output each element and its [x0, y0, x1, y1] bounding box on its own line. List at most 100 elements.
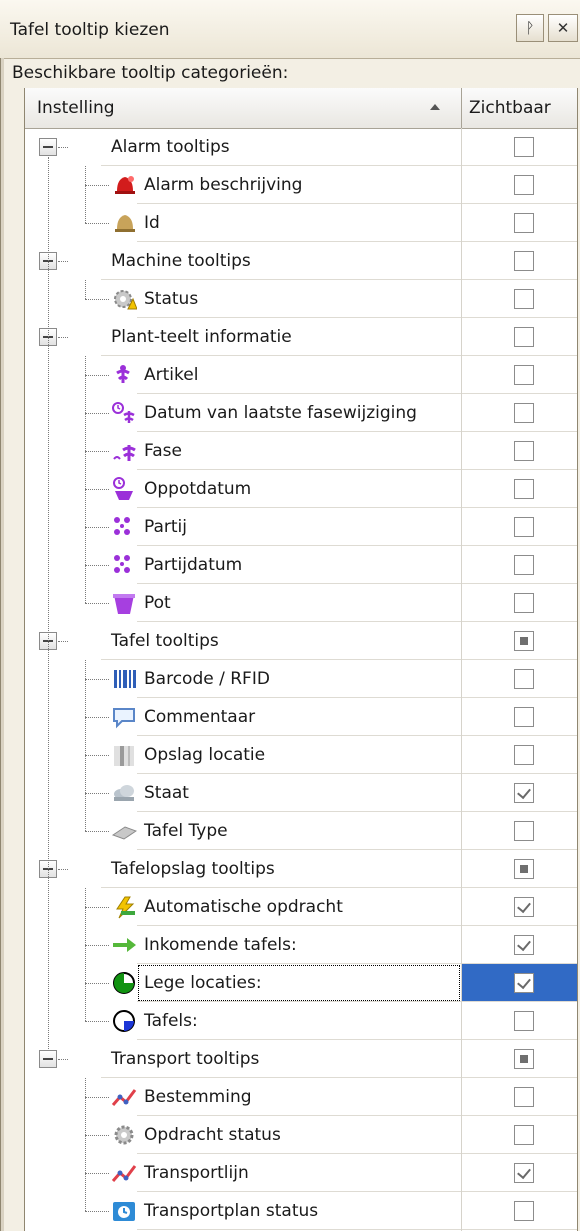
item-label: Fase — [144, 441, 182, 461]
comment-bubble-icon — [111, 705, 137, 729]
visible-checkbox[interactable] — [514, 897, 534, 917]
tree-item-row[interactable]: Fase — [25, 432, 577, 470]
visible-checkbox[interactable] — [514, 479, 534, 499]
column-visible-header[interactable]: Zichtbaar — [469, 98, 551, 118]
tree-group-connector — [85, 888, 86, 1021]
tree-group-connector — [85, 280, 86, 299]
tree-connector — [85, 527, 109, 528]
visible-checkbox[interactable] — [514, 669, 534, 689]
visible-checkbox[interactable] — [514, 441, 534, 461]
visible-checkbox[interactable] — [514, 745, 534, 765]
tree-item-row[interactable]: Tafels: — [25, 1002, 577, 1040]
tree-item-row[interactable]: Id — [25, 204, 577, 242]
visible-checkbox[interactable] — [514, 707, 534, 727]
item-label: Artikel — [144, 365, 199, 385]
visible-checkbox[interactable] — [514, 1011, 534, 1031]
label-cell[interactable] — [137, 584, 461, 622]
visible-checkbox[interactable] — [514, 175, 534, 195]
tree-item-row[interactable]: Automatische opdracht — [25, 888, 577, 926]
item-label: Lege locaties: — [144, 973, 262, 993]
item-label: Commentaar — [144, 707, 256, 727]
tree-item-row[interactable]: Transportlijn — [25, 1154, 577, 1192]
tree-item-row[interactable]: Tafel Type — [25, 812, 577, 850]
tree-item-row[interactable]: Staat — [25, 774, 577, 812]
tree-item-row[interactable]: Partijdatum — [25, 546, 577, 584]
item-label: Automatische opdracht — [144, 897, 343, 917]
tree-connector — [58, 261, 68, 262]
visible-checkbox[interactable] — [514, 327, 534, 347]
item-label: Opdracht status — [144, 1125, 281, 1145]
tree-item-row[interactable]: Bestemming — [25, 1078, 577, 1116]
tree-item-row[interactable]: Opslag locatie — [25, 736, 577, 774]
item-label: Transportplan status — [144, 1201, 319, 1221]
flowers-batch-icon — [111, 553, 137, 577]
visible-checkbox[interactable] — [514, 859, 534, 879]
transport-plan-icon — [111, 1199, 137, 1223]
tree-connector — [85, 831, 109, 832]
tree-item-row[interactable]: Transportplan status — [25, 1192, 577, 1230]
pin-icon[interactable]: ᚹ — [516, 14, 544, 42]
tree-item-row[interactable]: Artikel — [25, 356, 577, 394]
tree-connector — [85, 299, 109, 300]
tree-category-row[interactable]: Alarm tooltips — [25, 128, 577, 166]
visible-checkbox[interactable] — [514, 1125, 534, 1145]
visible-checkbox[interactable] — [514, 973, 534, 993]
tooltip-tree-grid[interactable]: Instelling Zichtbaar Alarm tooltips Alarm… — [24, 88, 578, 1231]
tree-connector — [85, 1135, 109, 1136]
collapse-toggle-icon[interactable] — [39, 1050, 57, 1068]
tree-item-row[interactable]: Oppotdatum — [25, 470, 577, 508]
visible-checkbox[interactable] — [514, 1163, 534, 1183]
column-header: Instelling Zichtbaar — [25, 88, 577, 129]
item-label: Pot — [144, 593, 171, 613]
visible-checkbox[interactable] — [514, 251, 534, 271]
tree-group-connector — [85, 166, 86, 223]
visible-checkbox[interactable] — [514, 137, 534, 157]
label-cell[interactable] — [137, 204, 461, 242]
visible-checkbox[interactable] — [514, 593, 534, 613]
visible-checkbox[interactable] — [514, 631, 534, 651]
visible-checkbox[interactable] — [514, 289, 534, 309]
tree-item-row[interactable]: Status — [25, 280, 577, 318]
label-cell[interactable] — [137, 432, 461, 470]
visible-checkbox[interactable] — [514, 1087, 534, 1107]
close-icon[interactable]: ✕ — [548, 14, 578, 42]
tree-item-row[interactable]: Partij — [25, 508, 577, 546]
window-title: Tafel tooltip kiezen — [10, 20, 170, 40]
tree-item-row[interactable]: Lege locaties: — [25, 964, 577, 1002]
tree-connector — [85, 945, 109, 946]
tree-connector — [85, 1173, 109, 1174]
visible-checkbox[interactable] — [514, 365, 534, 385]
tree-category-row[interactable]: Plant-teelt informatie — [25, 318, 577, 356]
bell-gold-icon — [111, 211, 137, 235]
visible-checkbox[interactable] — [514, 935, 534, 955]
tree-item-row[interactable]: Pot — [25, 584, 577, 622]
tree-category-row[interactable]: Tafelopslag tooltips — [25, 850, 577, 888]
visible-checkbox[interactable] — [514, 1049, 534, 1069]
visible-checkbox[interactable] — [514, 555, 534, 575]
tree-item-row[interactable]: Inkomende tafels: — [25, 926, 577, 964]
tree-connector — [85, 223, 109, 224]
visible-checkbox[interactable] — [514, 783, 534, 803]
column-setting-header[interactable]: Instelling — [37, 98, 115, 118]
tree-category-row[interactable]: Transport tooltips — [25, 1040, 577, 1078]
auto-command-icon — [111, 895, 137, 919]
visible-checkbox[interactable] — [514, 517, 534, 537]
tree-item-row[interactable]: Barcode / RFID — [25, 660, 577, 698]
tree-category-row[interactable]: Machine tooltips — [25, 242, 577, 280]
tree-item-row[interactable]: Opdracht status — [25, 1116, 577, 1154]
tree-item-row[interactable]: Alarm beschrijving — [25, 166, 577, 204]
tree-item-row[interactable]: Commentaar — [25, 698, 577, 736]
visible-checkbox[interactable] — [514, 1201, 534, 1221]
visible-checkbox[interactable] — [514, 821, 534, 841]
visible-checkbox[interactable] — [514, 403, 534, 423]
tree-item-row[interactable]: Datum van laatste fasewijziging — [25, 394, 577, 432]
tree-connector — [85, 413, 109, 414]
item-label: Opslag locatie — [144, 745, 266, 765]
visible-checkbox[interactable] — [514, 213, 534, 233]
column-separator[interactable] — [461, 88, 462, 128]
collapse-toggle-icon[interactable] — [39, 138, 57, 156]
tree-connector — [85, 185, 109, 186]
item-label: Partijdatum — [144, 555, 243, 575]
item-label: Datum van laatste fasewijziging — [144, 403, 417, 423]
tree-category-row[interactable]: Tafel tooltips — [25, 622, 577, 660]
